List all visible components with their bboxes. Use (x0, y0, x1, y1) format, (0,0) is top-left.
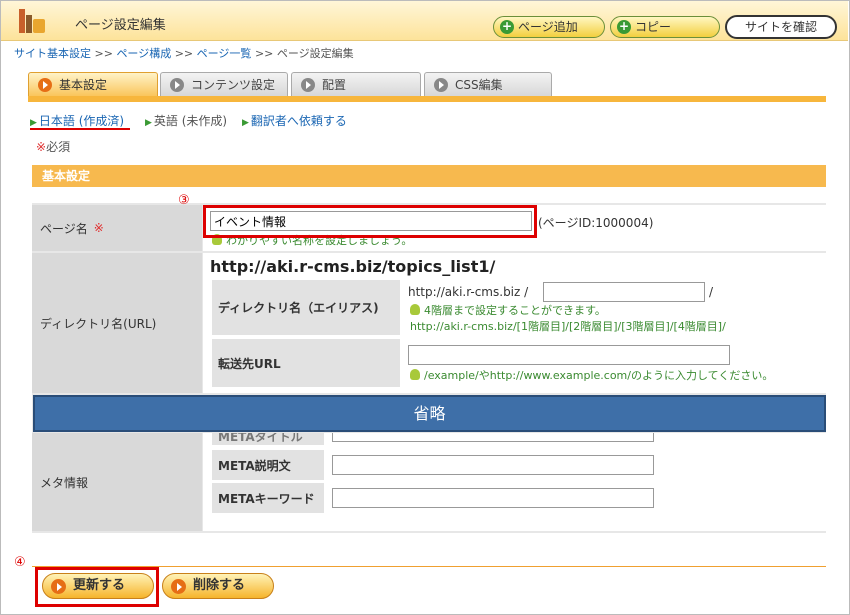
alias-hint: 4階層まで設定することができます。 (410, 302, 606, 318)
tab-label: CSS編集 (455, 78, 503, 92)
page-url: http://aki.r-cms.biz/topics_list1/ (210, 257, 496, 276)
meta-keywords-label: METAキーワード (218, 491, 315, 506)
lang-japanese-link[interactable]: ▶ 日本語 (作成済) (30, 112, 124, 129)
breadcrumb-current: ページ設定編集 (276, 47, 354, 60)
annotation-step3: ③ (178, 193, 190, 208)
triangle-icon: ▶ (30, 118, 37, 128)
hint-text: /example/やhttp://www.example.com/のように入力し… (424, 369, 774, 382)
breadcrumb-separator: >> (174, 47, 194, 60)
meta-title-label-cell: METAタイトル (212, 433, 324, 445)
tab-css-edit[interactable]: CSS編集 (424, 72, 552, 98)
play-icon (38, 78, 52, 92)
tab-underline (28, 96, 826, 102)
meta-label: メタ情報 (40, 475, 89, 490)
request-translator-link[interactable]: ▶ 翻訳者へ依頼する (242, 112, 347, 129)
omitted-banner: 省略 (33, 395, 826, 432)
meta-keywords-input[interactable] (332, 488, 654, 508)
play-icon (301, 78, 315, 92)
header-bar: ページ設定編集 + ページ追加 + コピー サイトを確認 (1, 1, 848, 41)
directory-label-cell: ディレクトリ名(URL) (32, 253, 202, 393)
copy-label: コピー (635, 20, 672, 34)
annotation-step4: ④ (14, 555, 26, 570)
tab-label: コンテンツ設定 (191, 78, 276, 92)
page-name-label-cell: ページ名 ※ (32, 205, 202, 251)
tab-label: 配置 (322, 78, 347, 92)
hint-text: 4階層まで設定することができます。 (424, 304, 606, 317)
annotation-underline (30, 128, 130, 130)
redirect-url-input[interactable] (408, 345, 730, 365)
annotation-highlight (35, 567, 159, 607)
meta-desc-label: META説明文 (218, 458, 291, 473)
page-id-text: (ページID:1000004) (538, 216, 654, 230)
lang-label: 翻訳者へ依頼する (250, 114, 347, 128)
page-title: ページ設定編集 (75, 18, 166, 33)
plus-icon: + (617, 19, 631, 34)
alias-prefix: http://aki.r-cms.biz / (408, 285, 529, 299)
lang-label: 日本語 (作成済) (38, 114, 125, 128)
play-icon (171, 579, 186, 594)
add-page-label: ページ追加 (518, 20, 578, 34)
breadcrumb-link[interactable]: サイト基本設定 (14, 47, 91, 60)
meta-description-input[interactable] (332, 455, 654, 475)
redirect-label: 転送先URL (218, 356, 281, 371)
meta-value-cell (203, 433, 826, 531)
add-page-button[interactable]: + ページ追加 (493, 16, 605, 38)
redirect-label-cell: 転送先URL (212, 339, 400, 387)
play-icon (434, 78, 448, 92)
required-text: 必須 (46, 140, 71, 154)
required-mark: ※ (36, 140, 47, 154)
lang-english-link[interactable]: ▶ 英語 (未作成) (145, 112, 227, 129)
cms-logo-icon (19, 7, 47, 35)
play-icon (170, 78, 184, 92)
meta-title-input[interactable] (332, 433, 654, 442)
alias-suffix: / (709, 285, 714, 299)
alias-example: http://aki.r-cms.biz/[1階層目]/[2階層目]/[3階層目… (410, 320, 726, 333)
required-note: ※必須 (36, 138, 70, 155)
copy-button[interactable]: + コピー (610, 16, 720, 38)
lightbulb-icon (410, 304, 420, 315)
annotation-highlight (203, 205, 537, 238)
breadcrumb-link[interactable]: ページ構成 (116, 47, 171, 60)
delete-label: 削除する (193, 578, 246, 593)
directory-label: ディレクトリ名(URL) (40, 316, 157, 331)
breadcrumb-separator: >> (254, 47, 274, 60)
tab-label: 基本設定 (59, 78, 108, 92)
lang-label: 英語 (未作成) (153, 114, 228, 128)
breadcrumb: サイト基本設定 >> ページ構成 >> ページ一覧 >> ページ設定編集 (14, 45, 354, 61)
breadcrumb-link[interactable]: ページ一覧 (197, 47, 252, 60)
meta-desc-label-cell: META説明文 (212, 450, 324, 480)
delete-button[interactable]: 削除する (162, 573, 274, 599)
plus-icon: + (500, 19, 514, 34)
tab-content-settings[interactable]: コンテンツ設定 (160, 72, 288, 98)
alias-input[interactable] (543, 282, 705, 302)
required-mark: ※ (93, 221, 104, 235)
lightbulb-icon (410, 369, 420, 380)
meta-label-cell: メタ情報 (32, 433, 202, 531)
triangle-icon: ▶ (242, 118, 249, 128)
tab-layout[interactable]: 配置 (291, 72, 421, 98)
redirect-hint: /example/やhttp://www.example.com/のように入力し… (410, 367, 773, 383)
section-title: 基本設定 (32, 165, 826, 187)
meta-keywords-label-cell: METAキーワード (212, 483, 324, 513)
breadcrumb-separator: >> (94, 47, 113, 60)
confirm-site-button[interactable]: サイトを確認 (725, 15, 837, 39)
alias-label: ディレクトリ名（エイリアス) (218, 301, 379, 315)
alias-label-cell: ディレクトリ名（エイリアス) (212, 280, 400, 335)
page-name-label: ページ名 (40, 221, 88, 236)
triangle-icon: ▶ (145, 118, 152, 128)
meta-title-label: METAタイトル (218, 433, 303, 444)
tab-basic-settings[interactable]: 基本設定 (28, 72, 158, 98)
